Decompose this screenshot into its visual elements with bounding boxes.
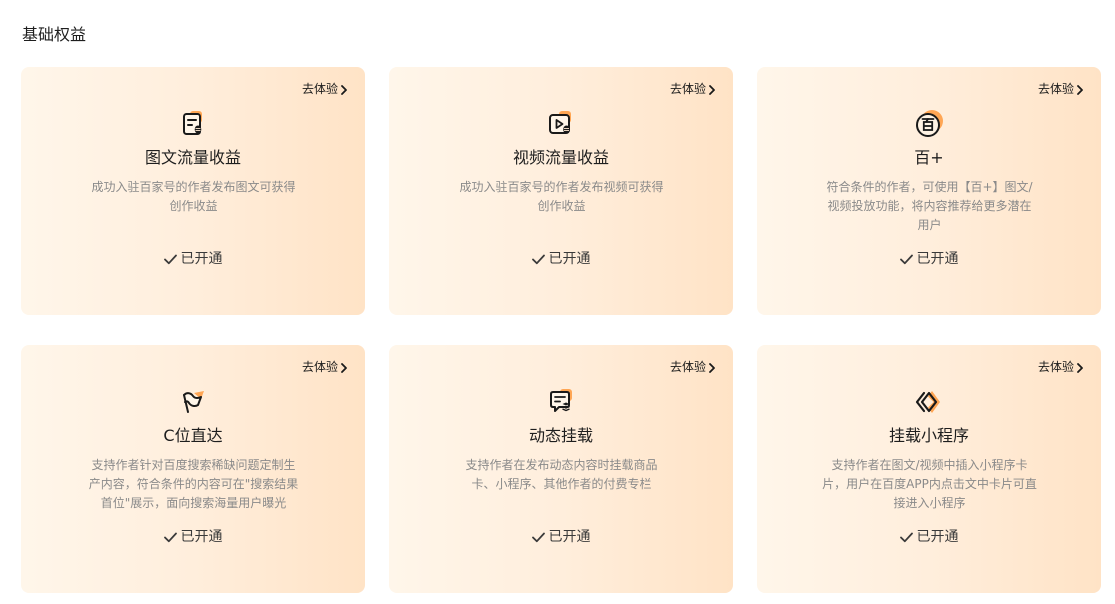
try-link[interactable]: 去体验 [670, 81, 716, 98]
status-badge: 已开通 [389, 527, 733, 547]
status-badge: 已开通 [21, 249, 365, 269]
status-label: 已开通 [180, 251, 223, 267]
check-icon [163, 532, 177, 542]
chevron-right-icon [1077, 362, 1083, 373]
try-link-label: 去体验 [1037, 82, 1074, 96]
card-title: 挂载小程序 [888, 426, 969, 445]
status-badge: 已开通 [389, 249, 733, 269]
check-icon [531, 254, 545, 264]
try-link[interactable]: 去体验 [302, 359, 348, 376]
try-link[interactable]: 去体验 [302, 81, 348, 98]
card-description: 成功入驻百家号的作者发布图文可获得创作收益 [91, 180, 296, 213]
try-link-label: 去体验 [669, 82, 706, 96]
benefit-card-video-revenue[interactable]: 去体验 视频流量收益 成功入驻百家号的作者发布视频可获得创作收益 已开通 [389, 67, 733, 315]
bai-plus-icon [913, 108, 945, 140]
chevron-right-icon [1077, 84, 1083, 95]
chevron-right-icon [709, 362, 715, 373]
benefit-card-article-revenue[interactable]: 去体验 图文流量收益 成功入驻百家号的作者发布图文可获得创作收益 已开通 [21, 67, 365, 315]
try-link[interactable]: 去体验 [670, 359, 716, 376]
chevron-right-icon [709, 84, 715, 95]
status-label: 已开通 [180, 529, 223, 545]
article-revenue-icon [177, 108, 209, 140]
card-title: C位直达 [163, 426, 223, 445]
try-link[interactable]: 去体验 [1038, 359, 1084, 376]
card-description: 成功入驻百家号的作者发布视频可获得创作收益 [459, 180, 664, 213]
benefits-grid: 去体验 图文流量收益 成功入驻百家号的作者发布图文可获得创作收益 已开通 去体验 [21, 67, 1102, 593]
video-revenue-icon [545, 108, 577, 140]
flag-icon [177, 386, 209, 418]
status-label: 已开通 [916, 251, 959, 267]
check-icon [531, 532, 545, 542]
check-icon [163, 254, 177, 264]
chevron-right-icon [341, 362, 347, 373]
dynamic-mount-icon [545, 386, 577, 418]
card-description: 支持作者在发布动态内容时挂载商品卡、小程序、其他作者的付费专栏 [465, 458, 658, 491]
status-label: 已开通 [548, 251, 591, 267]
check-icon [899, 532, 913, 542]
try-link-label: 去体验 [301, 82, 338, 96]
benefit-card-c-position[interactable]: 去体验 C位直达 支持作者针对百度搜索稀缺问题定制生产内容，符合条件的内容可在"… [21, 345, 365, 593]
mini-program-icon [913, 386, 945, 418]
card-title: 视频流量收益 [512, 148, 609, 167]
card-description: 支持作者针对百度搜索稀缺问题定制生产内容，符合条件的内容可在"搜索结果首位"展示… [88, 458, 299, 510]
status-badge: 已开通 [757, 527, 1101, 547]
card-title: 图文流量收益 [144, 148, 241, 167]
chevron-right-icon [341, 84, 347, 95]
try-link-label: 去体验 [1037, 360, 1074, 374]
try-link-label: 去体验 [301, 360, 338, 374]
try-link[interactable]: 去体验 [1038, 81, 1084, 98]
benefit-card-dynamic-mount[interactable]: 去体验 动态挂载 支持作者在发布动态内容时挂载商品卡、小程序、其他作者的付费专栏… [389, 345, 733, 593]
status-badge: 已开通 [757, 249, 1101, 269]
card-title: 百+ [914, 148, 944, 167]
card-description: 支持作者在图文/视频中插入小程序卡片，用户在百度APP内点击文中卡片可直接进入小… [822, 458, 1037, 510]
status-label: 已开通 [916, 529, 959, 545]
section-title: 基础权益 [22, 25, 87, 44]
check-icon [899, 254, 913, 264]
benefit-card-mini-program[interactable]: 去体验 挂载小程序 支持作者在图文/视频中插入小程序卡片，用户在百度APP内点击… [757, 345, 1101, 593]
card-description: 符合条件的作者，可使用【百+】图文/视频投放功能，将内容推荐给更多潜在用户 [826, 180, 1033, 232]
card-title: 动态挂载 [528, 426, 593, 445]
try-link-label: 去体验 [669, 360, 706, 374]
status-badge: 已开通 [21, 527, 365, 547]
status-label: 已开通 [548, 529, 591, 545]
benefit-card-bai-plus[interactable]: 去体验 百+ 符合条件的作者，可使用【百+】图文/视频投放功能，将内容推荐给更多… [757, 67, 1101, 315]
